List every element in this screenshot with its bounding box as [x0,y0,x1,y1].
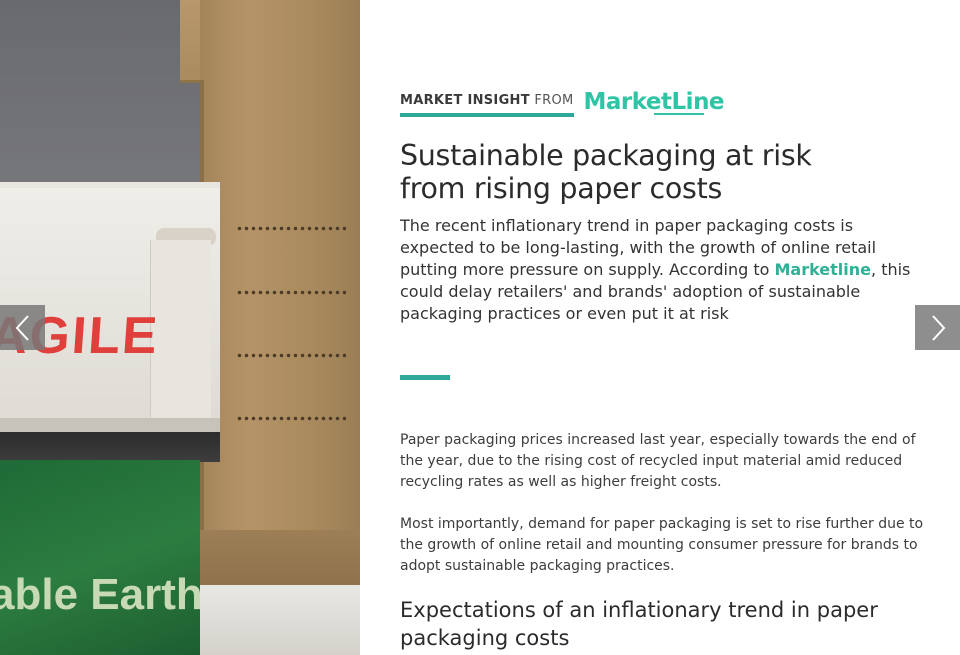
marketline-logo[interactable]: MarketLine [584,89,725,115]
chevron-right-icon [931,314,945,341]
perforation-line [236,226,346,231]
perforation-line [236,290,346,295]
white-box-edge [0,432,220,462]
logo-underline [653,113,704,115]
marketline-logo-text: MarketLine [583,89,725,115]
perforation-line [236,416,346,421]
perforation-line [236,353,346,358]
market-insight-label: MARKET INSIGHT FROM [400,93,574,117]
article-paragraph: Paper packaging prices increased last ye… [400,432,916,490]
hero-image: AGILE able Earth [0,0,360,655]
lede-brand-link[interactable]: Marketline [774,260,871,279]
market-insight-from: FROM [534,93,574,108]
accent-divider [400,375,450,380]
article-lede: The recent inflationary trend in paper p… [400,215,930,325]
article-subheading: Expectations of an inflationary trend in… [400,598,878,650]
green-box [0,460,200,655]
white-box-base [175,585,360,655]
market-insight-strong: MARKET INSIGHT [400,93,530,108]
article-headline: Sustainable packaging at risk from risin… [400,139,812,205]
article-paragraph: Most importantly, demand for paper packa… [400,516,924,574]
carousel-prev-button[interactable] [0,305,45,350]
chevron-left-icon [15,314,29,341]
market-insight-header: MARKET INSIGHT FROM MarketLine [400,89,725,117]
green-box-text: able Earth [0,570,203,619]
kraft-box-lower [200,530,360,590]
tape-strip [150,240,211,440]
